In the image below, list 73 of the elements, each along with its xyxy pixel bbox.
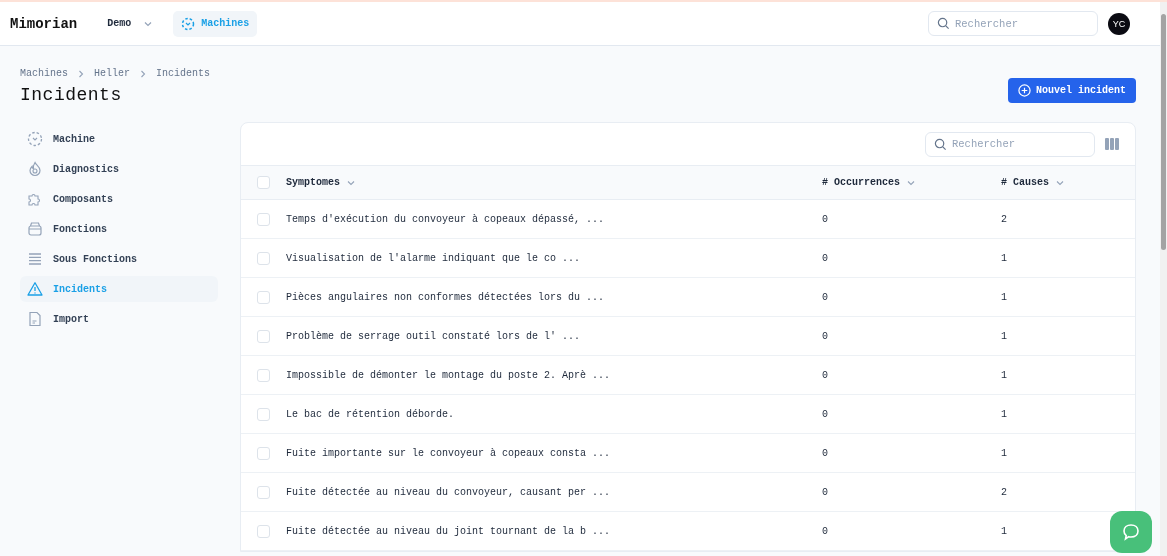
table-cell-text: Temps d'exécution du convoyeur à copeaux dépassé, ... — [286, 213, 606, 225]
table-cell-text: Le bac de rétention déborde. — [286, 408, 456, 420]
breadcrumb-link[interactable]: Incidents — [156, 68, 211, 79]
table-cell-text: 1 — [1001, 291, 1008, 303]
sidebar-item[interactable]: Fonctions — [20, 216, 218, 242]
select-all-checkbox[interactable] — [257, 176, 270, 189]
file-icon — [27, 311, 43, 327]
table-cell-text: 0 — [822, 447, 829, 459]
column-header[interactable]: # Occurrences — [822, 177, 1001, 188]
table-cell-text: 0 — [822, 213, 829, 225]
search-field[interactable]: Rechercher — [928, 11, 1098, 36]
row-checkbox[interactable] — [257, 368, 270, 382]
table-cell-text: 0 — [822, 330, 829, 342]
table-cell-text: 1 — [1001, 369, 1008, 381]
sidebar-item[interactable]: Composants — [20, 186, 218, 212]
breadcrumb-link[interactable]: Machines — [20, 68, 68, 79]
row-checkbox[interactable] — [257, 407, 270, 421]
row-checkbox[interactable] — [257, 485, 270, 499]
list-icon — [27, 251, 43, 267]
table-cell-text: 1 — [1001, 252, 1008, 264]
sidebar-item[interactable]: Sous Fonctions — [20, 246, 218, 272]
table-cell-text: 2 — [1001, 213, 1008, 225]
sidebar-item[interactable]: Import — [20, 306, 218, 332]
table-cell-text: Fuite détectée au niveau du joint tournant de la b ... — [286, 525, 612, 537]
row-checkbox[interactable] — [257, 251, 270, 265]
search-icon — [934, 137, 947, 151]
row-checkbox[interactable] — [257, 290, 270, 304]
table-cell-text: Problème de serrage outil constaté lors de l' ... — [286, 330, 582, 342]
user-avatar[interactable]: YC — [1108, 12, 1130, 35]
table-cell-text: 1 — [1001, 330, 1008, 342]
chat-button[interactable] — [1110, 511, 1152, 553]
chevron-right-icon — [139, 69, 148, 78]
machine-icon — [181, 16, 196, 31]
workspace-dropdown[interactable]: Demo — [107, 18, 154, 29]
table-cell-text: 0 — [822, 486, 829, 498]
plus-circle-icon — [1018, 84, 1031, 97]
row-checkbox[interactable] — [257, 446, 270, 460]
search-field[interactable]: Rechercher — [925, 131, 1095, 157]
new-incident-button[interactable]: Nouvel incident — [1008, 78, 1136, 103]
table-cell-text: 1 — [1001, 525, 1008, 537]
table-cell-text: 1 — [1001, 408, 1008, 420]
scrollbar[interactable] — [1160, 2, 1167, 556]
box-icon — [27, 221, 43, 237]
table-cell-text: 0 — [822, 408, 829, 420]
table-cell-text: 0 — [822, 291, 829, 303]
row-checkbox[interactable] — [257, 212, 270, 226]
page-title: Incidents — [20, 85, 123, 105]
breadcrumb-link[interactable]: Heller — [94, 68, 131, 79]
table-cell-text: 0 — [822, 369, 829, 381]
table-cell-text: 2 — [1001, 486, 1008, 498]
table-cell-text: Fuite importante sur le convoyeur à copeaux consta ... — [286, 447, 612, 459]
app-logo[interactable]: Mimorian — [10, 15, 78, 32]
search-icon — [937, 17, 950, 30]
machine-icon — [27, 131, 43, 147]
table-cell-text: Fuite détectée au niveau du convoyeur, causant per ... — [286, 486, 612, 498]
column-header[interactable]: # Causes — [1001, 177, 1121, 188]
chevron-right-icon — [77, 69, 85, 78]
table-cell-text: Impossible de démonter le montage du poste 2. Aprè ... — [286, 369, 612, 381]
row-checkbox[interactable] — [257, 524, 270, 538]
table-cell-text: 0 — [822, 525, 829, 537]
column-header[interactable]: Symptomes — [286, 177, 822, 188]
chat-bubble-icon — [1121, 522, 1141, 542]
flame-icon — [27, 161, 43, 177]
table-cell-text: 1 — [1001, 447, 1008, 459]
table-cell-text: Visualisation de l'alarme indiquant que le co ... — [286, 252, 582, 264]
puzzle-icon — [27, 191, 43, 207]
sidebar-item[interactable]: Machine — [20, 126, 218, 152]
table-cell-text: Pièces angulaires non conformes détectées lors du ... — [286, 291, 606, 303]
columns-icon[interactable] — [1105, 138, 1119, 150]
row-checkbox[interactable] — [257, 329, 270, 343]
sidebar-item[interactable]: Diagnostics — [20, 156, 218, 182]
warning-icon — [27, 281, 43, 297]
table-cell-text: 0 — [822, 252, 829, 264]
